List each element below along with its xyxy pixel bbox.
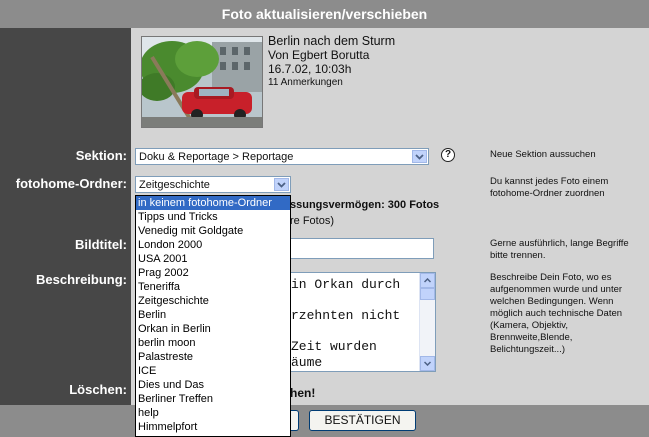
dropdown-option[interactable]: Dies und Das (136, 378, 290, 392)
dropdown-option[interactable]: Orkan in Berlin (136, 322, 290, 336)
dropdown-option[interactable]: in keinem fotohome-Ordner (136, 196, 290, 210)
confirm-button[interactable]: BESTÄTIGEN (309, 410, 416, 431)
dropdown-option[interactable]: Prag 2002 (136, 266, 290, 280)
ordner-select-value: Zeitgeschichte (139, 179, 210, 191)
dropdown-option[interactable]: help (136, 406, 290, 420)
dropdown-option[interactable]: Himmelpfort (136, 420, 290, 434)
dropdown-option[interactable]: USA 2001 (136, 252, 290, 266)
dropdown-option[interactable]: Zeitgeschichte (136, 294, 290, 308)
photo-author: Von Egbert Borutta (268, 48, 370, 62)
dropdown-option[interactable]: London 2000 (136, 238, 290, 252)
window-title: Foto aktualisieren/verschieben (0, 0, 649, 28)
ordner-select[interactable]: Zeitgeschichte (135, 176, 291, 193)
storage-capacity-text: ssungsvermögen: 300 Fotos (290, 199, 440, 211)
photo-title: Berlin nach dem Sturm (268, 34, 396, 48)
beschreibung-textarea[interactable]: in Orkan durch rzehnten nicht Zeit wurde… (290, 272, 436, 372)
chevron-down-icon[interactable] (412, 150, 427, 163)
dropdown-option[interactable]: Palastreste (136, 350, 290, 364)
dropdown-option[interactable]: Teneriffa (136, 280, 290, 294)
dropdown-option[interactable]: Venedig mit Goldgate (136, 224, 290, 238)
bildtitel-input[interactable] (290, 238, 434, 259)
beschreibung-hint: Beschreibe Dein Foto, wo es aufgenommen … (490, 272, 623, 355)
photo-datetime: 16.7.02, 10:03h (268, 62, 352, 76)
sektion-hint: Neue Sektion aussuchen (490, 149, 596, 160)
beschreibung-label: Beschreibung: (35, 272, 127, 287)
help-icon[interactable]: ? (441, 148, 455, 162)
description-line: rzehnten nicht (291, 308, 401, 323)
description-line: Zeit wurden (291, 339, 377, 354)
sektion-select-value: Doku & Reportage > Reportage (139, 151, 294, 163)
loeschen-label: Löschen: (69, 382, 127, 397)
ordner-hint: Du kannst jedes Foto einem fotohome-Ordn… (490, 176, 609, 199)
dropdown-option[interactable]: Tipps und Tricks (136, 210, 290, 224)
scroll-down-arrow-icon[interactable] (420, 356, 435, 371)
chevron-down-icon[interactable] (274, 178, 289, 191)
ordner-label: fotohome-Ordner: (15, 176, 127, 191)
dropdown-option[interactable]: Berliner Treffen (136, 392, 290, 406)
scroll-thumb[interactable] (420, 288, 435, 300)
photo-meta: Berlin nach dem Sturm Von Egbert Borutta… (268, 34, 395, 90)
textarea-scrollbar[interactable] (419, 273, 435, 371)
ordner-dropdown-list[interactable]: in keinem fotohome-Ordner Tipps und Trick… (135, 195, 291, 437)
photo-thumbnail (141, 36, 263, 128)
sektion-select[interactable]: Doku & Reportage > Reportage (135, 148, 429, 165)
storage-capacity-subtext: re Fotos) (290, 215, 335, 227)
label-column (0, 28, 131, 405)
dropdown-option[interactable]: Berlin (136, 308, 290, 322)
description-line: äume (291, 355, 323, 370)
scroll-up-arrow-icon[interactable] (420, 273, 435, 288)
sektion-label: Sektion: (75, 148, 127, 163)
photo-comments-count: 11 Anmerkungen (268, 77, 343, 88)
bildtitel-hint: Gerne ausführlich, lange Begriffe bitte … (490, 238, 629, 261)
bildtitel-label: Bildtitel: (75, 237, 127, 252)
dropdown-option[interactable]: berlin moon (136, 336, 290, 350)
dropdown-option[interactable]: ICE (136, 364, 290, 378)
loeschen-text: hen! (290, 386, 316, 400)
description-line: in Orkan durch (291, 277, 401, 292)
